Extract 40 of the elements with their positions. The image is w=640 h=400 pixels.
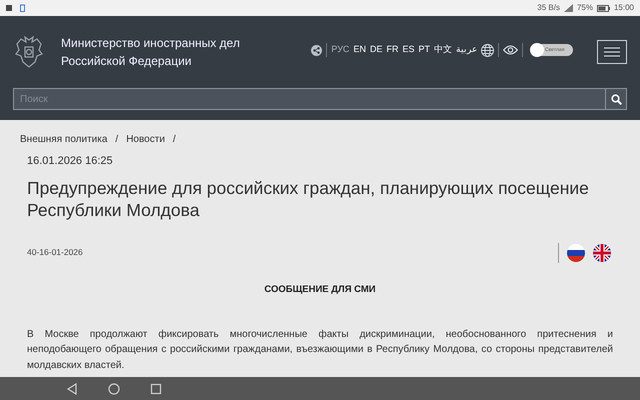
menu-icon (604, 47, 620, 57)
share-icon[interactable] (311, 44, 322, 56)
article-title: Предупреждение для российских граждан, планирующих посещение Республики Молдова (27, 176, 590, 220)
battery-saver-icon (20, 4, 25, 12)
search-field[interactable]: Поиск (13, 88, 605, 110)
russian-flag-icon[interactable] (567, 244, 585, 262)
back-icon[interactable] (66, 382, 78, 394)
language-link[interactable]: PT (418, 43, 430, 57)
breadcrumb-separator: / (172, 133, 176, 147)
section-heading: СООБЩЕНИЕ ДЛЯ СМИ (263, 282, 377, 296)
british-flag-icon[interactable] (593, 244, 611, 262)
language-link[interactable]: FR (386, 43, 398, 57)
ministry-title[interactable]: Российской Федерации (61, 52, 240, 70)
language-link[interactable]: عربية (456, 43, 477, 57)
eagle-emblem-icon[interactable] (13, 34, 45, 70)
article-paragraph: В Москве продолжают фиксировать многочисленные факты дискриминации, необоснованного притеснения и неподобающего обращения с российскими гражданами, въезжающими в Республику Молдова, со стороны представителей молдавских властей. (27, 328, 613, 373)
document-number: 40-16-01-2026 (27, 246, 83, 259)
network-speed: 35 B/s (537, 2, 560, 14)
home-icon[interactable] (108, 382, 120, 394)
language-link[interactable]: DE (370, 43, 382, 57)
search-button[interactable] (605, 88, 627, 110)
clock: 15:00 (614, 2, 634, 14)
eye-icon[interactable] (503, 45, 518, 55)
language-link[interactable]: РУС (331, 43, 350, 57)
language-link[interactable]: EN (353, 43, 366, 57)
breadcrumb-separator: / (115, 133, 118, 147)
battery-percent: 75% (576, 2, 593, 14)
breadcrumb-link[interactable]: Новости (126, 132, 165, 147)
battery-icon (596, 4, 610, 12)
ministry-title[interactable]: Министерство иностранных дел (61, 34, 240, 52)
language-link[interactable]: ES (402, 43, 414, 57)
search-icon (610, 94, 622, 104)
notification-icon (6, 5, 12, 11)
signal-icon (564, 4, 573, 12)
menu-button[interactable] (597, 40, 627, 64)
recents-icon[interactable] (150, 382, 162, 394)
globe-icon[interactable] (481, 44, 494, 56)
breadcrumb-link[interactable]: Внешняя политика (20, 132, 108, 147)
language-link[interactable]: 中文 (434, 43, 452, 57)
article-date: 16.01.2026 16:25 (27, 154, 114, 169)
